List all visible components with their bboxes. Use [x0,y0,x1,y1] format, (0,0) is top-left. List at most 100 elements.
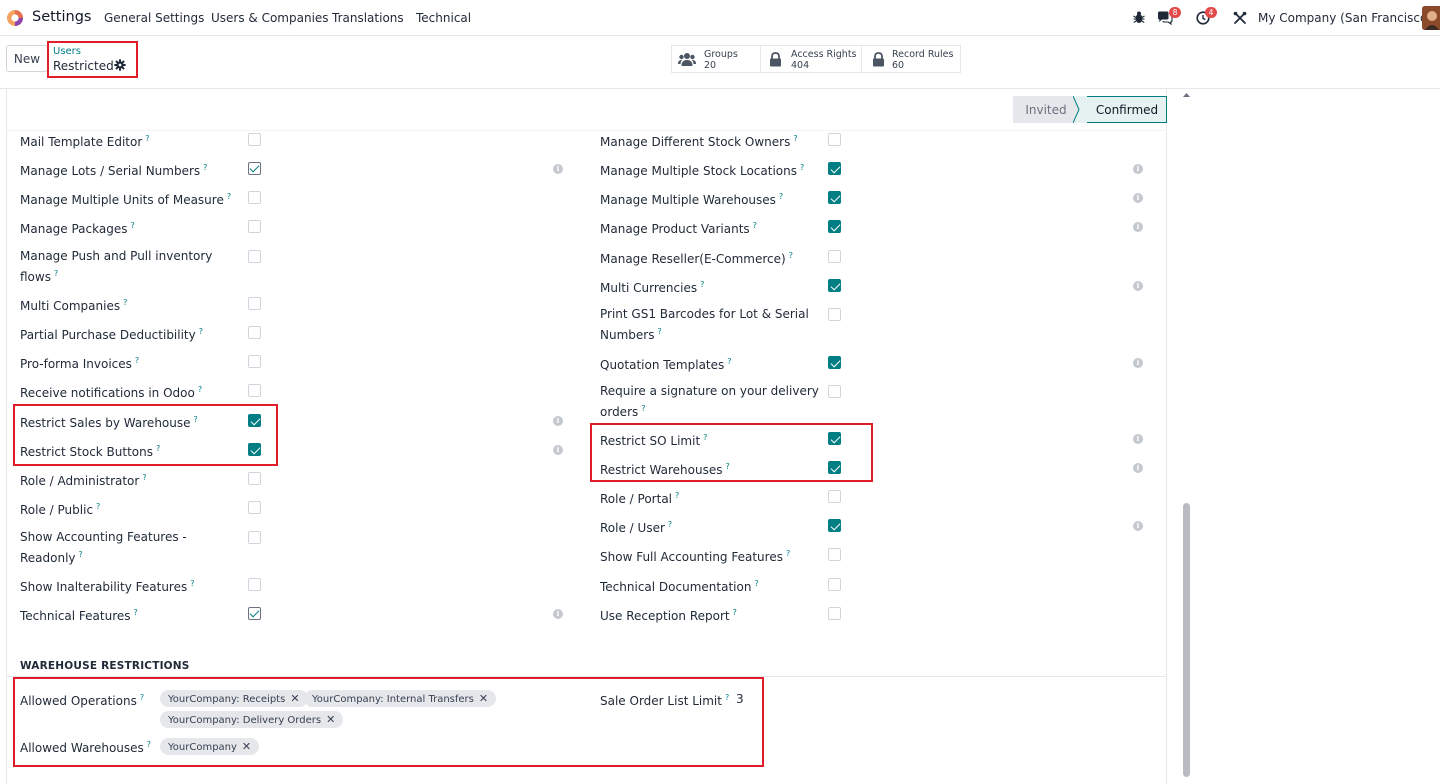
info-icon[interactable]: i [1133,281,1143,291]
groups-stat-button[interactable]: Groups 20 [671,45,761,73]
info-icon[interactable]: i [553,609,563,619]
bug-icon[interactable] [1133,11,1145,24]
help-icon[interactable]: ? [147,740,151,749]
remove-tag-icon[interactable]: ✕ [479,692,488,705]
help-icon[interactable]: ? [668,520,672,529]
info-icon[interactable]: i [1133,463,1143,473]
help-icon[interactable]: ? [800,163,804,172]
settings-app-icon[interactable] [6,9,24,27]
help-icon[interactable]: ? [786,549,790,558]
permission-checkbox[interactable] [248,355,261,368]
permission-checkbox[interactable] [828,250,841,263]
help-icon[interactable]: ? [140,693,144,702]
permission-checkbox[interactable] [248,501,261,514]
tag-receipts[interactable]: YourCompany: Receipts ✕ [160,690,308,707]
remove-tag-icon[interactable]: ✕ [326,713,335,726]
permission-checkbox[interactable] [248,250,261,263]
permission-checkbox[interactable] [828,308,841,321]
permission-checkbox[interactable] [248,220,261,233]
permission-checkbox[interactable] [248,384,261,397]
permission-checkbox[interactable] [248,191,261,204]
help-icon[interactable]: ? [641,404,645,413]
info-icon[interactable]: i [1133,521,1143,531]
help-icon[interactable]: ? [190,579,194,588]
permission-checkbox[interactable] [248,297,261,310]
scroll-up-arrow-icon[interactable] [1182,91,1191,99]
record-rules-stat-button[interactable]: Record Rules 60 [861,45,961,73]
help-icon[interactable]: ? [142,473,146,482]
permission-checkbox[interactable] [248,133,261,146]
permission-checkbox[interactable] [248,578,261,591]
permission-checkbox[interactable] [248,531,261,544]
remove-tag-icon[interactable]: ✕ [242,740,251,753]
help-icon[interactable]: ? [145,134,149,143]
info-icon[interactable]: i [1133,358,1143,368]
menu-technical[interactable]: Technical [416,11,471,25]
stage-invited[interactable]: Invited [1013,96,1079,123]
help-icon[interactable]: ? [779,192,783,201]
help-icon[interactable]: ? [657,327,661,336]
company-switcher[interactable]: My Company (San Francisco) [1258,11,1432,25]
permission-checkbox[interactable] [828,279,841,292]
permission-checkbox[interactable] [248,326,261,339]
scrollbar-thumb[interactable] [1183,503,1190,777]
help-icon[interactable]: ? [135,356,139,365]
sale-order-limit-input[interactable]: 3 [736,692,744,706]
permission-checkbox[interactable] [828,220,841,233]
help-icon[interactable]: ? [754,579,758,588]
permission-checkbox[interactable] [828,133,841,146]
help-icon[interactable]: ? [700,280,704,289]
stage-confirmed[interactable]: Confirmed [1079,96,1167,123]
info-icon[interactable]: i [553,164,563,174]
tag-yourcompany[interactable]: YourCompany ✕ [160,738,260,755]
permission-checkbox[interactable] [248,162,261,175]
info-icon[interactable]: i [1133,222,1143,232]
help-icon[interactable]: ? [96,502,100,511]
permission-checkbox[interactable] [828,356,841,369]
help-icon[interactable]: ? [725,693,729,702]
help-icon[interactable]: ? [727,357,731,366]
help-icon[interactable]: ? [198,385,202,394]
menu-translations[interactable]: Translations [332,11,404,25]
help-icon[interactable]: ? [793,134,797,143]
tag-delivery-orders[interactable]: YourCompany: Delivery Orders ✕ [160,711,344,728]
permission-checkbox[interactable] [828,607,841,620]
info-icon[interactable]: i [1133,164,1143,174]
app-title[interactable]: Settings [32,9,91,25]
breadcrumb-users-link[interactable]: Users [53,46,81,57]
help-icon[interactable]: ? [733,608,737,617]
permission-checkbox[interactable] [828,191,841,204]
access-rights-stat-button[interactable]: Access Rights 404 [760,45,862,73]
user-avatar[interactable] [1422,6,1440,30]
info-icon[interactable]: i [1133,434,1143,444]
permission-checkbox[interactable] [828,490,841,503]
help-icon[interactable]: ? [130,221,134,230]
help-icon[interactable]: ? [79,550,83,559]
info-icon[interactable]: i [553,416,563,426]
menu-general-settings[interactable]: General Settings [104,11,204,25]
help-icon[interactable]: ? [203,163,207,172]
new-button[interactable]: New [6,45,48,72]
gear-icon[interactable] [114,59,126,71]
help-icon[interactable]: ? [134,608,138,617]
info-icon[interactable]: i [1133,193,1143,203]
permission-checkbox[interactable] [828,162,841,175]
permission-checkbox[interactable] [828,385,841,398]
help-icon[interactable]: ? [753,221,757,230]
help-icon[interactable]: ? [675,491,679,500]
menu-users-companies[interactable]: Users & Companies [211,11,329,25]
help-icon[interactable]: ? [54,269,58,278]
permission-checkbox[interactable] [248,607,261,620]
info-icon[interactable]: i [553,445,563,455]
remove-tag-icon[interactable]: ✕ [290,692,299,705]
tag-internal-transfers[interactable]: YourCompany: Internal Transfers ✕ [304,690,497,707]
permission-checkbox[interactable] [248,472,261,485]
help-icon[interactable]: ? [789,251,793,260]
help-icon[interactable]: ? [199,327,203,336]
permission-checkbox[interactable] [828,519,841,532]
tools-icon[interactable] [1233,11,1247,25]
help-icon[interactable]: ? [123,298,127,307]
permission-checkbox[interactable] [828,578,841,591]
permission-checkbox[interactable] [828,548,841,561]
help-icon[interactable]: ? [227,192,231,201]
